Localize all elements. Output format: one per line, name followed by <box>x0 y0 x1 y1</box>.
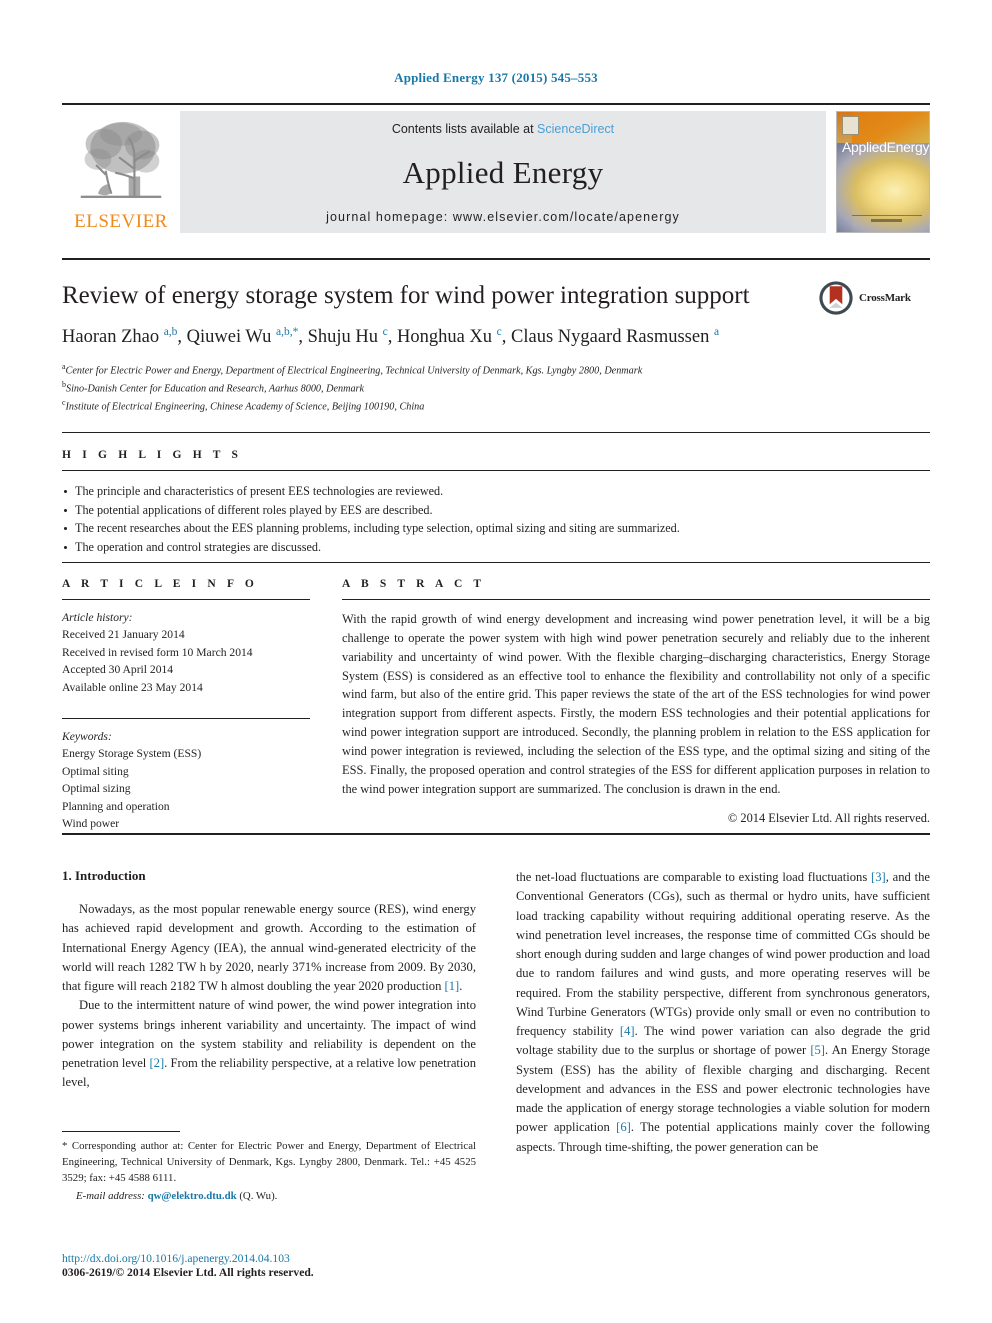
body-columns: 1. Introduction Nowadays, as the most po… <box>62 868 930 1157</box>
body-column-right: the net-load fluctuations are comparable… <box>516 868 930 1157</box>
masthead-center: Contents lists available at ScienceDirec… <box>180 111 826 233</box>
info-abstract-row: A R T I C L E I N F O Article history: R… <box>62 578 930 832</box>
article-history-item: Available online 23 May 2014 <box>62 680 203 694</box>
email-line: E-mail address: qw@elektro.dtu.dk (Q. Wu… <box>62 1190 476 1202</box>
journal-title: Applied Energy <box>402 155 604 190</box>
journal-cover-thumbnail[interactable]: AppliedEnergy <box>836 111 930 233</box>
crossmark-label: CrossMark <box>859 292 911 304</box>
article-info-column: A R T I C L E I N F O Article history: R… <box>62 578 342 832</box>
cover-title: AppliedEnergy <box>842 139 929 155</box>
footnote-rule <box>62 1131 180 1132</box>
keyword-item: Energy Storage System (ESS) <box>62 747 202 761</box>
crossmark-badge-group[interactable]: CrossMark <box>818 280 930 316</box>
cover-title-applied: Applied <box>842 139 887 155</box>
affiliation-item: cInstitute of Electrical Engineering, Ch… <box>62 397 425 412</box>
article-info-divider <box>62 599 310 600</box>
abstract-text: With the rapid growth of wind energy dev… <box>342 612 930 796</box>
info-top-divider <box>62 562 930 563</box>
contents-available-line: Contents lists available at ScienceDirec… <box>392 122 614 136</box>
highlights-heading: H I G H L I G H T S <box>62 449 243 461</box>
elsevier-wordmark: ELSEVIER <box>74 211 168 232</box>
body-column-left: 1. Introduction Nowadays, as the most po… <box>62 868 476 1157</box>
journal-masthead: ELSEVIER Contents lists available at Sci… <box>62 103 930 233</box>
intro-paragraph-2: Due to the intermittent nature of wind p… <box>62 998 476 1090</box>
highlights-top-divider <box>62 432 930 433</box>
highlight-item: The principle and characteristics of pre… <box>62 482 930 501</box>
highlights-divider <box>62 470 930 471</box>
elsevier-tree-icon <box>80 121 162 198</box>
elsevier-logo: ELSEVIER <box>62 111 180 233</box>
email-label: E-mail address: <box>76 1189 145 1202</box>
journal-homepage-link[interactable]: journal homepage: www.elsevier.com/locat… <box>326 210 680 224</box>
footer-copyright: 0306-2619/© 2014 Elsevier Ltd. All right… <box>62 1266 314 1279</box>
highlights-section: H I G H L I G H T S The principle and ch… <box>62 449 930 556</box>
page-title: Review of energy storage system for wind… <box>62 282 750 309</box>
cover-publisher-badge-icon <box>842 116 859 135</box>
cover-title-energy: Energy <box>886 139 930 155</box>
affiliation-item: bSino-Danish Center for Education and Re… <box>62 379 365 395</box>
article-page: Applied Energy 137 (2015) 545–553 ELSEVI… <box>0 0 992 1323</box>
abstract-divider <box>342 599 930 600</box>
article-history-list: Received 21 January 2014 Received in revi… <box>62 626 310 696</box>
article-info-heading: A R T I C L E I N F O <box>62 578 258 590</box>
corresponding-author-footnote: * Corresponding author at: Center for El… <box>62 1131 476 1202</box>
author-list: Haoran Zhao a,b, Qiuwei Wu a,b,*, Shuju … <box>62 325 720 347</box>
email-suffix: (Q. Wu). <box>239 1189 278 1202</box>
highlight-item: The operation and control strategies are… <box>62 538 930 557</box>
section-heading-introduction: 1. Introduction <box>62 868 146 883</box>
keyword-item: Planning and operation <box>62 799 170 813</box>
body-top-divider <box>62 833 930 835</box>
keyword-item: Optimal sizing <box>62 782 131 796</box>
article-history-label: Article history: <box>62 611 133 624</box>
running-head: Applied Energy 137 (2015) 545–553 <box>394 70 598 85</box>
cover-footer-mark <box>851 215 922 223</box>
affiliation-item: aCenter for Electric Power and Energy, D… <box>62 361 643 377</box>
abstract-copyright: © 2014 Elsevier Ltd. All rights reserved… <box>727 810 930 825</box>
sciencedirect-link[interactable]: ScienceDirect <box>537 122 614 136</box>
highlight-item: The potential applications of different … <box>62 501 930 520</box>
doi-link[interactable]: http://dx.doi.org/10.1016/j.apenergy.201… <box>62 1252 482 1265</box>
intro-paragraph-1: Nowadays, as the most popular renewable … <box>62 902 476 994</box>
keywords-list: Energy Storage System (ESS) Optimal sitin… <box>62 745 310 832</box>
article-history-item: Received in revised form 10 March 2014 <box>62 645 253 659</box>
keyword-item: Wind power <box>62 816 120 830</box>
keywords-label: Keywords: <box>62 729 112 743</box>
article-history-block: Article history: Received 21 January 201… <box>62 609 310 696</box>
corresponding-author-text: * Corresponding author at: Center for El… <box>62 1140 476 1184</box>
article-history-item: Received 21 January 2014 <box>62 628 185 642</box>
contents-prefix: Contents lists available at <box>391 122 534 136</box>
footer-block: http://dx.doi.org/10.1016/j.apenergy.201… <box>62 1252 482 1279</box>
highlights-list: The principle and characteristics of pre… <box>62 482 930 556</box>
abstract-heading: A B S T R A C T <box>342 578 486 590</box>
keywords-divider <box>62 717 310 719</box>
highlight-item: The recent researches about the EES plan… <box>62 519 930 538</box>
article-history-item: Accepted 30 April 2014 <box>62 663 174 677</box>
title-block: CrossMark Review of energy storage syste… <box>62 280 930 415</box>
keywords-block: Keywords: Energy Storage System (ESS) Opt… <box>62 717 310 832</box>
abstract-column: A B S T R A C T With the rapid growth of… <box>342 578 930 832</box>
email-link[interactable]: qw@elektro.dtu.dk <box>148 1190 237 1202</box>
affiliation-list: aCenter for Electric Power and Energy, D… <box>62 361 930 415</box>
crossmark-icon <box>819 281 853 315</box>
title-divider <box>62 258 930 260</box>
keyword-item: Optimal siting <box>62 764 129 778</box>
intro-paragraph-continued: the net-load fluctuations are comparable… <box>516 870 930 1154</box>
